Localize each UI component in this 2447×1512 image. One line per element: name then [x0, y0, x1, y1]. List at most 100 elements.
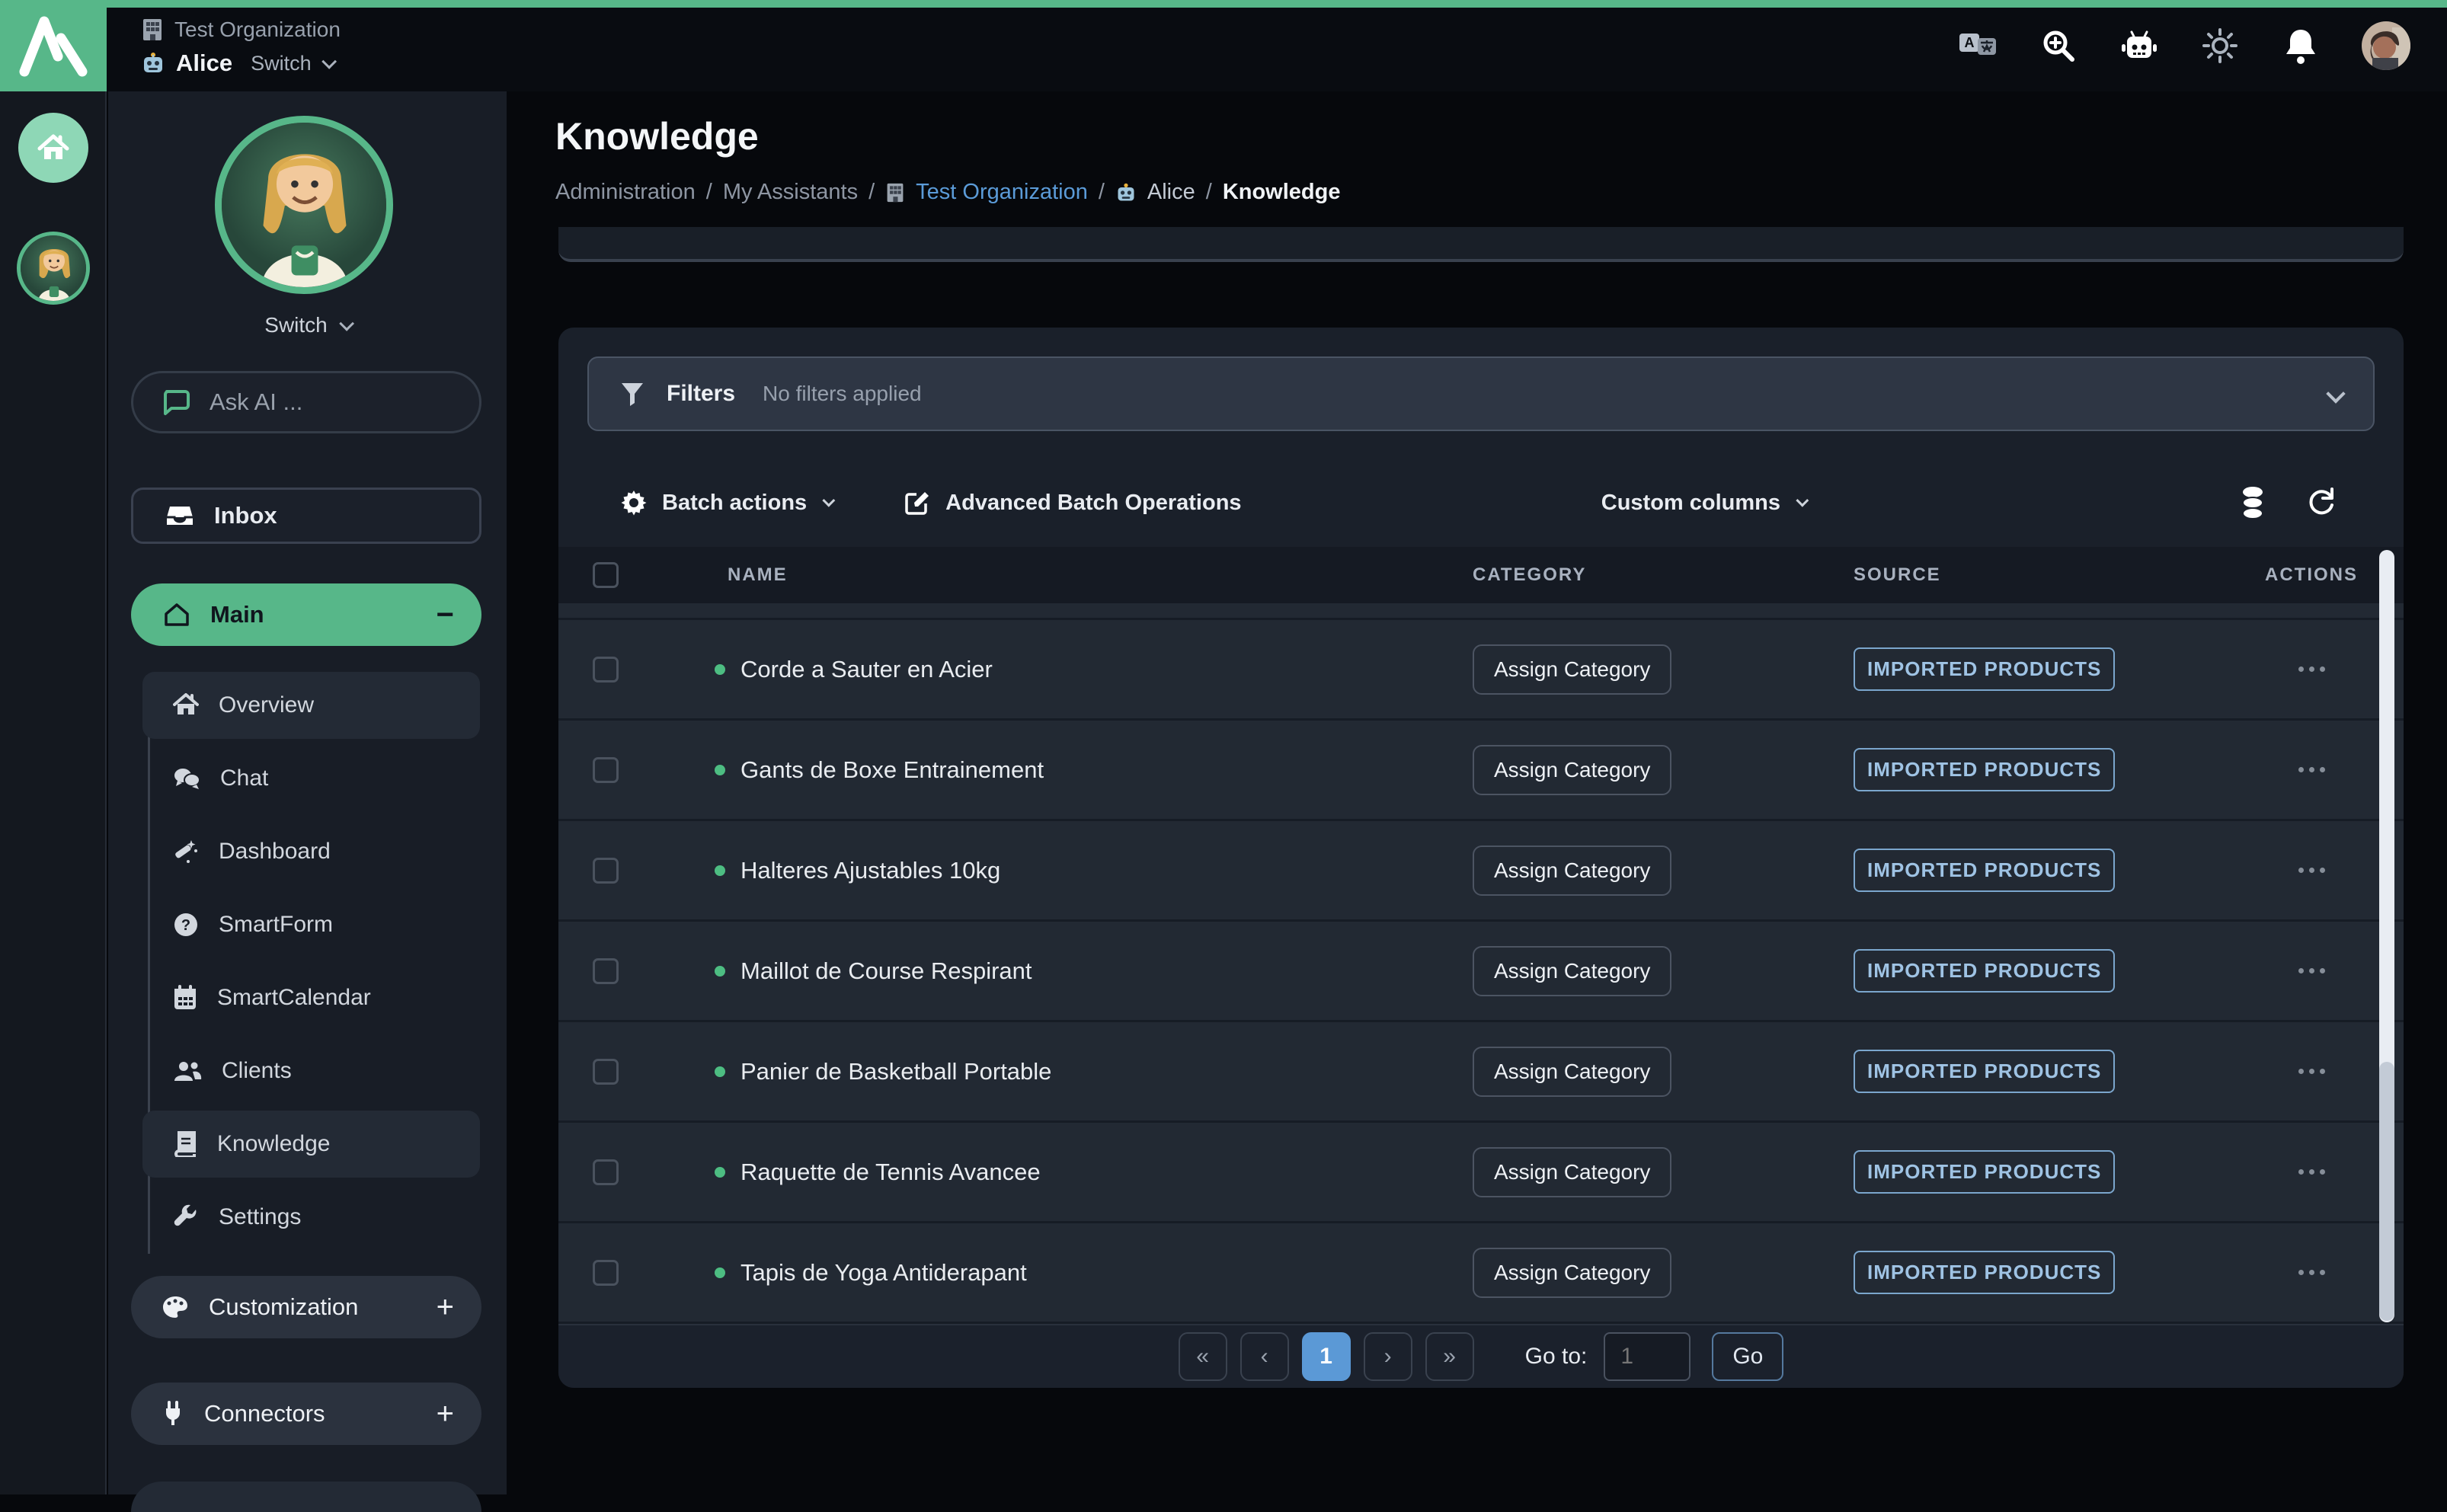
partial-row-edge	[558, 603, 2404, 620]
row-name: Panier de Basketball Portable	[740, 1058, 1051, 1085]
assign-category-button[interactable]: Assign Category	[1473, 1047, 1671, 1097]
assistant-name: Alice	[176, 50, 232, 77]
breadcrumb-alice[interactable]: Alice	[1147, 180, 1195, 205]
column-header-name[interactable]: NAME	[728, 564, 1473, 586]
theme-sun-icon[interactable]	[2200, 26, 2240, 66]
source-badge: IMPORTED PRODUCTS	[1854, 1251, 2115, 1294]
assistant-robot-icon[interactable]	[2119, 26, 2159, 66]
breadcrumb-administration[interactable]: Administration	[555, 180, 696, 205]
row-checkbox[interactable]	[593, 1059, 619, 1085]
row-name: Raquette de Tennis Avancee	[740, 1159, 1041, 1186]
sidebar-group-main[interactable]: Main −	[131, 583, 481, 646]
row-checkbox[interactable]	[593, 657, 619, 682]
scrollbar-thumb[interactable]	[2379, 1062, 2394, 1321]
last-page-button[interactable]: »	[1425, 1332, 1474, 1381]
row-name: Tapis de Yoga Antiderapant	[740, 1259, 1027, 1287]
advanced-batch-operations-button[interactable]: Advanced Batch Operations	[904, 490, 1241, 516]
sidebar-item-inbox[interactable]: Inbox	[131, 487, 481, 544]
notifications-bell-icon[interactable]	[2281, 26, 2321, 66]
row-actions-button[interactable]	[2298, 1270, 2325, 1275]
assistant-switch[interactable]: Switch	[251, 52, 312, 75]
row-checkbox[interactable]	[593, 958, 619, 984]
row-actions-button[interactable]	[2298, 767, 2325, 772]
row-actions-button[interactable]	[2298, 666, 2325, 672]
assign-category-button[interactable]: Assign Category	[1473, 1248, 1671, 1298]
assign-category-button[interactable]: Assign Category	[1473, 644, 1671, 695]
row-actions-button[interactable]	[2298, 1169, 2325, 1175]
refresh-icon[interactable]	[2301, 483, 2341, 523]
row-checkbox[interactable]	[593, 858, 619, 884]
user-avatar[interactable]	[2362, 21, 2410, 70]
main-label: Main	[210, 601, 264, 628]
translate-icon[interactable]: A	[1958, 26, 1998, 66]
column-header-category[interactable]: CATEGORY	[1473, 564, 1854, 586]
next-page-button[interactable]: ›	[1364, 1332, 1412, 1381]
row-actions-button[interactable]	[2298, 1069, 2325, 1074]
chevron-down-icon[interactable]	[2326, 384, 2345, 403]
sidebar-group-connectors[interactable]: Connectors +	[131, 1383, 481, 1445]
row-checkbox[interactable]	[593, 1159, 619, 1185]
sidebar-item-smartcalendar[interactable]: SmartCalendar	[142, 964, 480, 1031]
assign-category-button[interactable]: Assign Category	[1473, 846, 1671, 896]
row-name: Halteres Ajustables 10kg	[740, 857, 1000, 884]
sidebar-group-customization[interactable]: Customization +	[131, 1276, 481, 1338]
expand-icon[interactable]: +	[437, 1290, 454, 1325]
item-label: Dashboard	[219, 839, 331, 865]
sidebar-item-settings[interactable]: Settings	[142, 1184, 480, 1251]
assign-category-button[interactable]: Assign Category	[1473, 745, 1671, 795]
go-button[interactable]: Go	[1712, 1332, 1783, 1381]
row-checkbox[interactable]	[593, 757, 619, 783]
source-badge: IMPORTED PRODUCTS	[1854, 1050, 2115, 1093]
select-all-checkbox[interactable]	[593, 562, 619, 588]
edit-square-icon	[904, 490, 930, 516]
wrench-icon	[173, 1204, 199, 1230]
sidebar-item-knowledge[interactable]: Knowledge	[142, 1111, 480, 1178]
chevron-down-icon[interactable]	[321, 54, 337, 69]
custom-columns-button[interactable]: Custom columns	[1601, 491, 1805, 516]
breadcrumb-my-assistants[interactable]: My Assistants	[723, 180, 858, 205]
sidebar-item-chat[interactable]: Chat	[142, 745, 480, 812]
batch-actions-button[interactable]: Batch actions	[621, 490, 831, 516]
column-header-actions: ACTIONS	[2265, 564, 2358, 586]
density-database-icon[interactable]	[2233, 483, 2273, 523]
item-label: SmartForm	[219, 912, 333, 938]
building-icon	[885, 182, 905, 203]
table-scrollbar[interactable]	[2379, 550, 2394, 1322]
sidebar-item-smartform[interactable]: ? SmartForm	[142, 891, 480, 958]
sidebar-item-clients[interactable]: Clients	[142, 1037, 480, 1104]
filters-bar[interactable]: Filters No filters applied	[587, 356, 2375, 431]
assistant-avatar-large[interactable]	[215, 116, 393, 294]
chevron-down-icon	[339, 316, 354, 331]
rail-home-button[interactable]	[18, 113, 88, 183]
app-logo[interactable]	[0, 0, 107, 91]
switch-label: Switch	[264, 313, 327, 337]
logo-icon	[14, 14, 93, 78]
column-header-source[interactable]: SOURCE	[1854, 564, 2219, 586]
goto-page-input[interactable]	[1604, 1332, 1691, 1381]
expand-icon[interactable]: +	[437, 1397, 454, 1431]
assistant-switch-button[interactable]: Switch	[108, 306, 507, 344]
assign-category-button[interactable]: Assign Category	[1473, 1147, 1671, 1197]
breadcrumb-test-organization[interactable]: Test Organization	[916, 180, 1088, 205]
previous-card-edge	[558, 227, 2404, 262]
rail-assistant-avatar[interactable]	[17, 232, 90, 305]
status-dot	[715, 664, 725, 675]
sidebar-item-dashboard[interactable]: Dashboard	[142, 818, 480, 885]
row-checkbox[interactable]	[593, 1260, 619, 1286]
sidebar-group-partial[interactable]	[131, 1482, 481, 1512]
first-page-button[interactable]: «	[1179, 1332, 1227, 1381]
magic-wand-icon	[173, 839, 199, 865]
zoom-icon[interactable]	[2039, 26, 2078, 66]
breadcrumb-separator: /	[1206, 180, 1212, 205]
row-actions-button[interactable]	[2298, 868, 2325, 873]
collapse-icon[interactable]: −	[437, 598, 454, 632]
source-badge: IMPORTED PRODUCTS	[1854, 1150, 2115, 1194]
assign-category-button[interactable]: Assign Category	[1473, 946, 1671, 996]
row-actions-button[interactable]	[2298, 968, 2325, 973]
pagination-footer: « ‹ 1 › » Go to: Go	[558, 1324, 2404, 1388]
prev-page-button[interactable]: ‹	[1240, 1332, 1289, 1381]
sidebar-item-overview[interactable]: Overview	[142, 672, 480, 739]
filter-funnel-icon	[619, 381, 645, 407]
ask-ai-input[interactable]: Ask AI ...	[131, 371, 481, 433]
page-1-button[interactable]: 1	[1302, 1332, 1351, 1381]
